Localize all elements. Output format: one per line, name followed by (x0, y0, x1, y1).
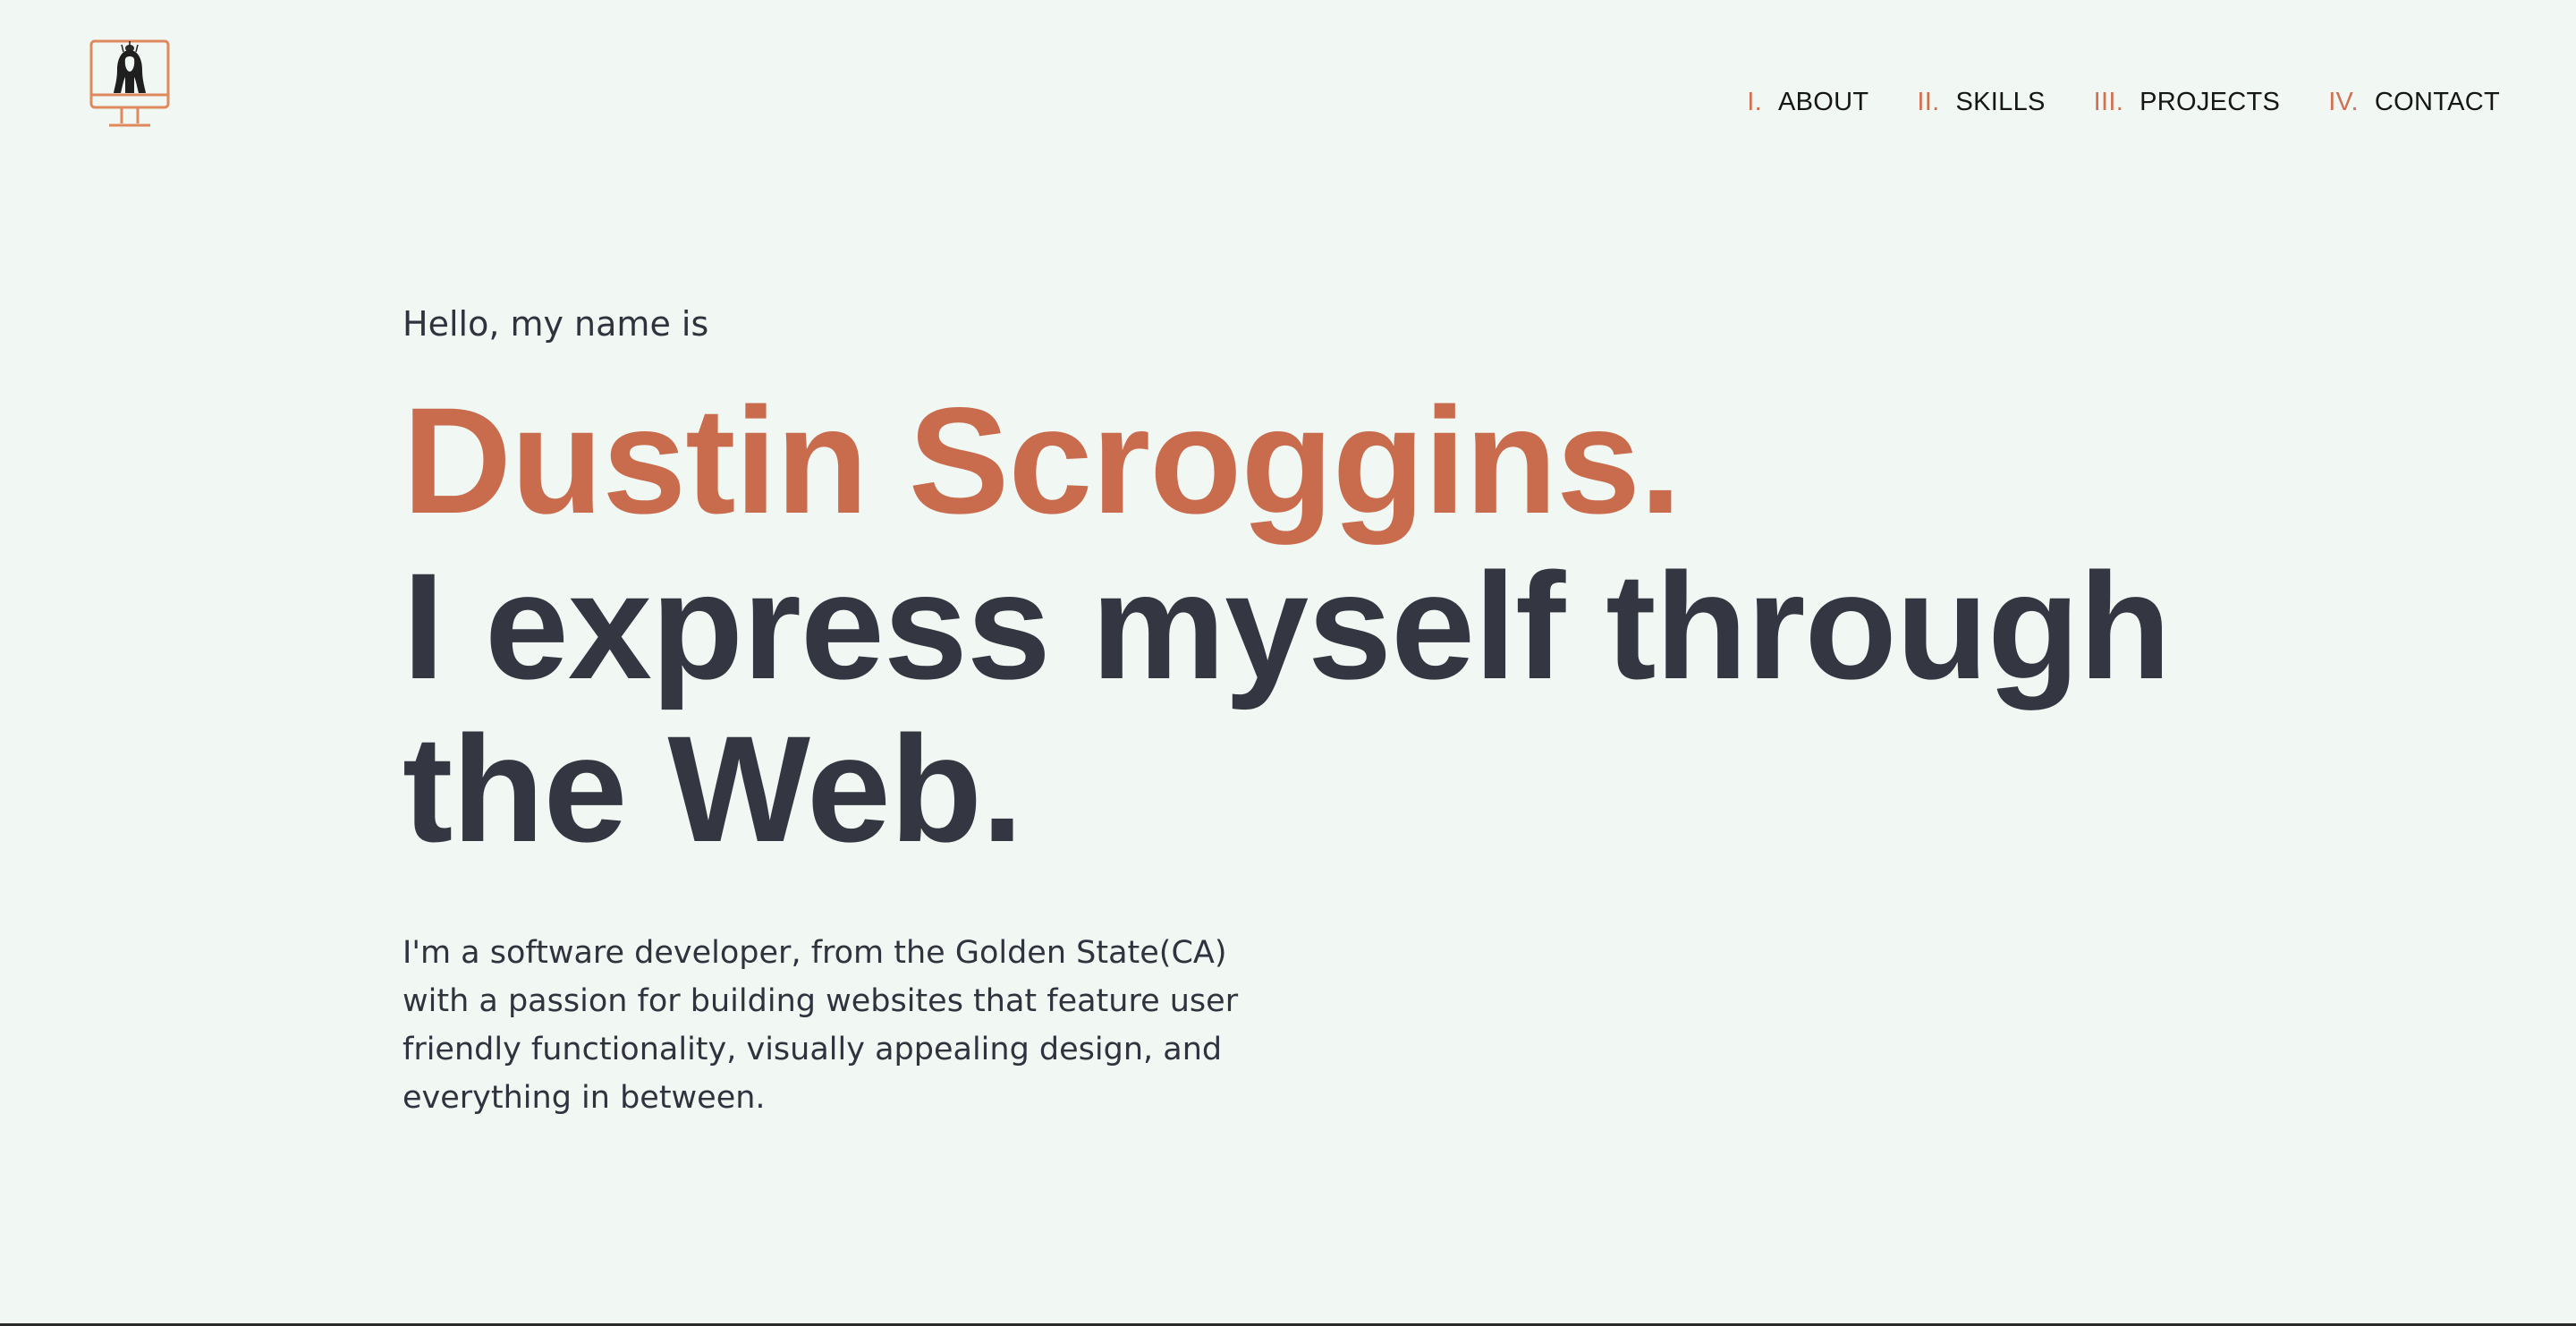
nav-item-projects[interactable]: III. PROJECTS (2094, 88, 2281, 117)
nav-item-label: ABOUT (1778, 88, 1869, 116)
nav-item-label: SKILLS (1955, 88, 2046, 116)
main-nav: I. ABOUT II. SKILLS III. PROJECTS IV. CO… (1747, 88, 2500, 117)
page: I. ABOUT II. SKILLS III. PROJECTS IV. CO… (0, 0, 2576, 1326)
hero-greeting: Hello, my name is (402, 304, 709, 344)
hero-name: Dustin Scroggins. (402, 375, 1682, 545)
nav-item-number: IV. (2328, 88, 2359, 116)
nav-item-number: I. (1747, 88, 1763, 116)
nav-item-label: PROJECTS (2140, 88, 2281, 116)
nav-item-contact[interactable]: IV. CONTACT (2328, 88, 2500, 117)
nav-item-number: III. (2093, 88, 2124, 116)
home-logo-link[interactable] (89, 39, 170, 134)
nav-item-about[interactable]: I. ABOUT (1747, 88, 1868, 117)
hero-bio: I'm a software developer, from the Golde… (402, 934, 1239, 1116)
nav-item-skills[interactable]: II. SKILLS (1917, 88, 2045, 117)
hero-tagline: I express myself through the Web. (402, 540, 2171, 874)
monitor-portrait-icon (89, 39, 170, 127)
hero-section: Hello, my name is Dustin Scroggins. I ex… (402, 304, 2191, 1122)
nav-item-number: II. (1917, 88, 1940, 116)
nav-item-label: CONTACT (2374, 88, 2500, 116)
